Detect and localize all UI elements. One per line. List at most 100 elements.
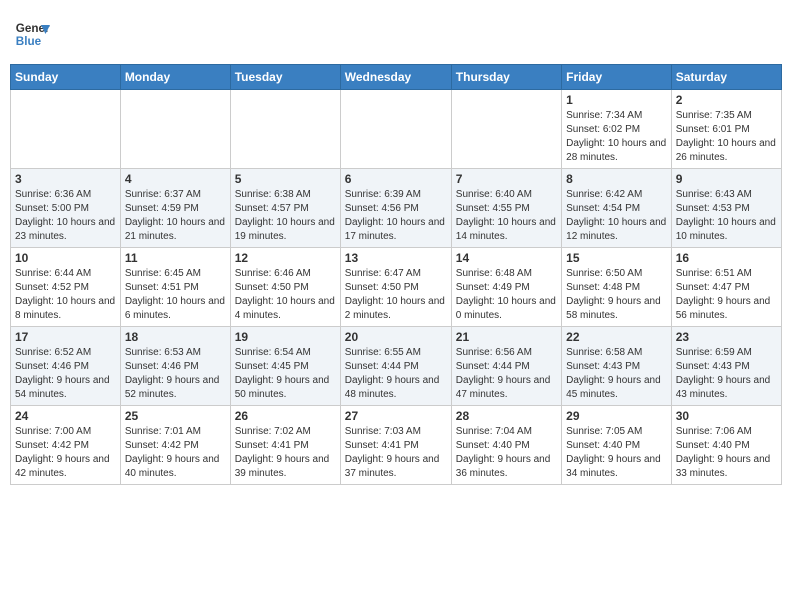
day-number: 1	[566, 93, 667, 107]
day-number: 14	[456, 251, 557, 265]
calendar-cell: 29 Sunrise: 7:05 AMSunset: 4:40 PMDayligh…	[562, 406, 672, 485]
calendar-cell: 26 Sunrise: 7:02 AMSunset: 4:41 PMDayligh…	[230, 406, 340, 485]
calendar-cell: 28 Sunrise: 7:04 AMSunset: 4:40 PMDayligh…	[451, 406, 561, 485]
calendar-week-4: 17 Sunrise: 6:52 AMSunset: 4:46 PMDayligh…	[11, 327, 782, 406]
day-info: Sunrise: 6:52 AMSunset: 4:46 PMDaylight:…	[15, 346, 116, 402]
calendar-cell: 27 Sunrise: 7:03 AMSunset: 4:41 PMDayligh…	[340, 406, 451, 485]
day-number: 16	[676, 251, 777, 265]
calendar-cell	[340, 90, 451, 169]
day-number: 6	[345, 172, 447, 186]
calendar-cell: 17 Sunrise: 6:52 AMSunset: 4:46 PMDayligh…	[11, 327, 121, 406]
calendar-cell: 25 Sunrise: 7:01 AMSunset: 4:42 PMDayligh…	[120, 406, 230, 485]
calendar-cell: 14Sunrise: 6:48 AMSunset: 4:49 PMDayligh…	[451, 248, 561, 327]
day-info: Sunrise: 6:53 AMSunset: 4:46 PMDaylight:…	[125, 346, 226, 402]
calendar-cell: 13 Sunrise: 6:47 AMSunset: 4:50 PMDayligh…	[340, 248, 451, 327]
calendar-cell: 22Sunrise: 6:58 AMSunset: 4:43 PMDayligh…	[562, 327, 672, 406]
svg-text:Blue: Blue	[16, 35, 42, 48]
day-number: 30	[676, 409, 777, 423]
calendar-cell: 5 Sunrise: 6:38 AMSunset: 4:57 PMDaylight…	[230, 169, 340, 248]
calendar-cell: 4 Sunrise: 6:37 AMSunset: 4:59 PMDaylight…	[120, 169, 230, 248]
day-number: 17	[15, 330, 116, 344]
day-number: 18	[125, 330, 226, 344]
day-number: 27	[345, 409, 447, 423]
day-info: Sunrise: 7:02 AMSunset: 4:41 PMDaylight:…	[235, 425, 336, 481]
day-info: Sunrise: 6:45 AMSunset: 4:51 PMDaylight:…	[125, 267, 226, 323]
day-number: 9	[676, 172, 777, 186]
calendar-cell: 1 Sunrise: 7:34 AMSunset: 6:02 PMDaylight…	[562, 90, 672, 169]
day-info: Sunrise: 6:36 AMSunset: 5:00 PMDaylight:…	[15, 188, 116, 244]
calendar-week-3: 10 Sunrise: 6:44 AMSunset: 4:52 PMDayligh…	[11, 248, 782, 327]
day-info: Sunrise: 6:40 AMSunset: 4:55 PMDaylight:…	[456, 188, 557, 244]
calendar-week-2: 3Sunrise: 6:36 AMSunset: 5:00 PMDaylight…	[11, 169, 782, 248]
day-info: Sunrise: 6:37 AMSunset: 4:59 PMDaylight:…	[125, 188, 226, 244]
calendar-cell: 8Sunrise: 6:42 AMSunset: 4:54 PMDaylight…	[562, 169, 672, 248]
day-info: Sunrise: 6:59 AMSunset: 4:43 PMDaylight:…	[676, 346, 777, 402]
calendar-week-5: 24Sunrise: 7:00 AMSunset: 4:42 PMDayligh…	[11, 406, 782, 485]
day-info: Sunrise: 6:39 AMSunset: 4:56 PMDaylight:…	[345, 188, 447, 244]
calendar-table: SundayMondayTuesdayWednesdayThursdayFrid…	[10, 64, 782, 485]
day-number: 5	[235, 172, 336, 186]
logo: General Blue	[14, 16, 50, 52]
day-number: 15	[566, 251, 667, 265]
day-number: 4	[125, 172, 226, 186]
calendar-week-1: 1 Sunrise: 7:34 AMSunset: 6:02 PMDaylight…	[11, 90, 782, 169]
page-header: General Blue	[10, 10, 782, 58]
day-info: Sunrise: 6:42 AMSunset: 4:54 PMDaylight:…	[566, 188, 667, 244]
day-number: 28	[456, 409, 557, 423]
day-info: Sunrise: 6:56 AMSunset: 4:44 PMDaylight:…	[456, 346, 557, 402]
day-info: Sunrise: 6:50 AMSunset: 4:48 PMDaylight:…	[566, 267, 667, 323]
calendar-cell	[230, 90, 340, 169]
day-header-wednesday: Wednesday	[340, 65, 451, 90]
calendar-cell: 18 Sunrise: 6:53 AMSunset: 4:46 PMDayligh…	[120, 327, 230, 406]
calendar-cell	[451, 90, 561, 169]
day-info: Sunrise: 6:58 AMSunset: 4:43 PMDaylight:…	[566, 346, 667, 402]
calendar-cell: 2 Sunrise: 7:35 AMSunset: 6:01 PMDaylight…	[671, 90, 781, 169]
calendar-cell	[120, 90, 230, 169]
day-number: 7	[456, 172, 557, 186]
calendar-cell: 6 Sunrise: 6:39 AMSunset: 4:56 PMDaylight…	[340, 169, 451, 248]
day-info: Sunrise: 6:38 AMSunset: 4:57 PMDaylight:…	[235, 188, 336, 244]
day-number: 2	[676, 93, 777, 107]
day-header-sunday: Sunday	[11, 65, 121, 90]
day-number: 11	[125, 251, 226, 265]
day-number: 24	[15, 409, 116, 423]
day-info: Sunrise: 7:05 AMSunset: 4:40 PMDaylight:…	[566, 425, 667, 481]
calendar-header-row: SundayMondayTuesdayWednesdayThursdayFrid…	[11, 65, 782, 90]
day-info: Sunrise: 6:55 AMSunset: 4:44 PMDaylight:…	[345, 346, 447, 402]
day-number: 13	[345, 251, 447, 265]
calendar-cell: 11 Sunrise: 6:45 AMSunset: 4:51 PMDayligh…	[120, 248, 230, 327]
day-header-friday: Friday	[562, 65, 672, 90]
calendar-cell: 7 Sunrise: 6:40 AMSunset: 4:55 PMDaylight…	[451, 169, 561, 248]
calendar-cell: 10 Sunrise: 6:44 AMSunset: 4:52 PMDayligh…	[11, 248, 121, 327]
calendar-cell: 9 Sunrise: 6:43 AMSunset: 4:53 PMDaylight…	[671, 169, 781, 248]
day-info: Sunrise: 6:44 AMSunset: 4:52 PMDaylight:…	[15, 267, 116, 323]
day-info: Sunrise: 7:04 AMSunset: 4:40 PMDaylight:…	[456, 425, 557, 481]
day-header-tuesday: Tuesday	[230, 65, 340, 90]
day-header-saturday: Saturday	[671, 65, 781, 90]
day-header-thursday: Thursday	[451, 65, 561, 90]
day-info: Sunrise: 6:54 AMSunset: 4:45 PMDaylight:…	[235, 346, 336, 402]
day-info: Sunrise: 6:51 AMSunset: 4:47 PMDaylight:…	[676, 267, 777, 323]
calendar-cell: 12Sunrise: 6:46 AMSunset: 4:50 PMDayligh…	[230, 248, 340, 327]
day-info: Sunrise: 7:03 AMSunset: 4:41 PMDaylight:…	[345, 425, 447, 481]
day-number: 19	[235, 330, 336, 344]
day-number: 21	[456, 330, 557, 344]
day-number: 25	[125, 409, 226, 423]
day-info: Sunrise: 7:06 AMSunset: 4:40 PMDaylight:…	[676, 425, 777, 481]
day-info: Sunrise: 7:35 AMSunset: 6:01 PMDaylight:…	[676, 109, 777, 165]
calendar-cell: 15 Sunrise: 6:50 AMSunset: 4:48 PMDayligh…	[562, 248, 672, 327]
day-info: Sunrise: 7:01 AMSunset: 4:42 PMDaylight:…	[125, 425, 226, 481]
calendar-cell: 23 Sunrise: 6:59 AMSunset: 4:43 PMDayligh…	[671, 327, 781, 406]
calendar-cell: 20Sunrise: 6:55 AMSunset: 4:44 PMDayligh…	[340, 327, 451, 406]
day-info: Sunrise: 6:43 AMSunset: 4:53 PMDaylight:…	[676, 188, 777, 244]
calendar-cell	[11, 90, 121, 169]
day-number: 10	[15, 251, 116, 265]
calendar-cell: 3Sunrise: 6:36 AMSunset: 5:00 PMDaylight…	[11, 169, 121, 248]
day-number: 23	[676, 330, 777, 344]
day-number: 12	[235, 251, 336, 265]
day-info: Sunrise: 7:34 AMSunset: 6:02 PMDaylight:…	[566, 109, 667, 165]
day-number: 29	[566, 409, 667, 423]
day-info: Sunrise: 6:47 AMSunset: 4:50 PMDaylight:…	[345, 267, 447, 323]
day-number: 26	[235, 409, 336, 423]
calendar-cell: 19 Sunrise: 6:54 AMSunset: 4:45 PMDayligh…	[230, 327, 340, 406]
